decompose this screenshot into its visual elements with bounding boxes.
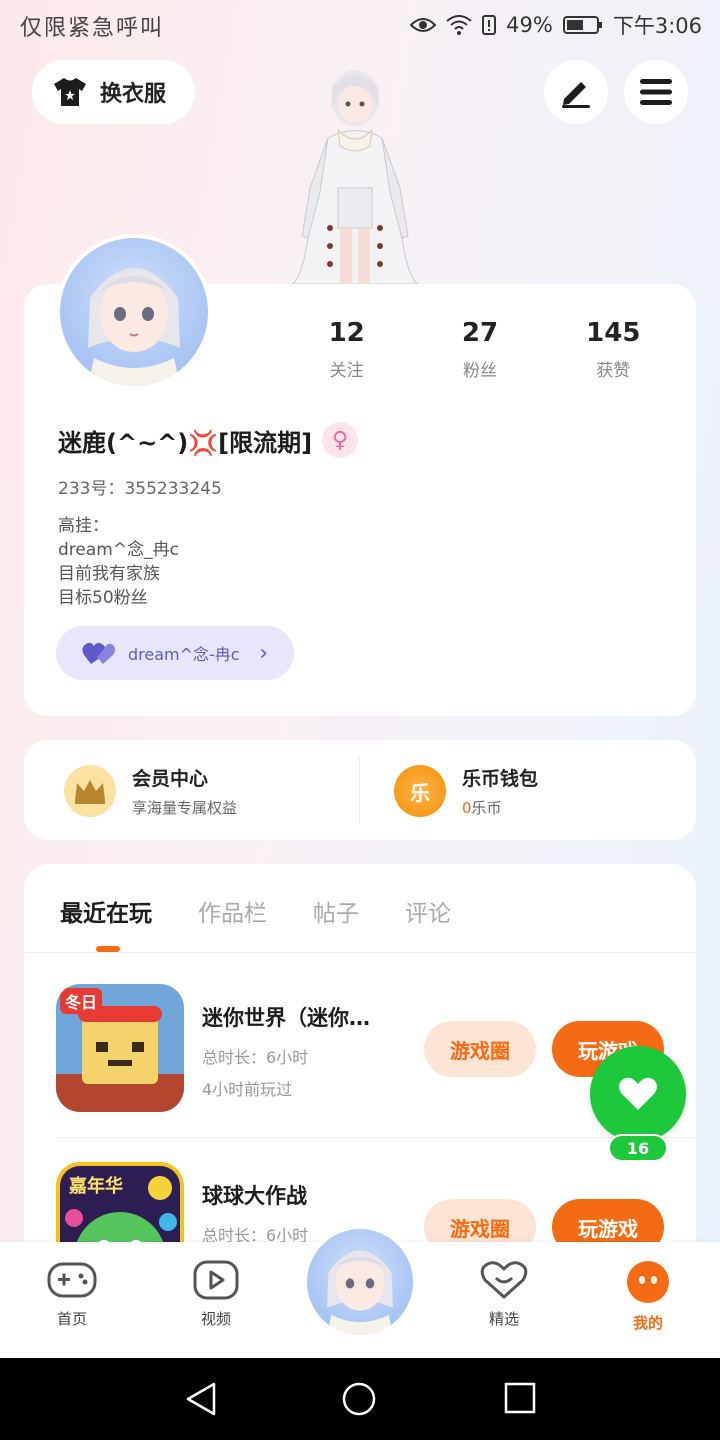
hamburger-icon — [640, 79, 672, 105]
tab-recently-played[interactable]: 最近在玩 — [60, 894, 152, 928]
status-icons: 49% 下午3:06 — [410, 10, 702, 40]
tab-comments[interactable]: 评论 — [405, 894, 451, 928]
wallet-unit: 乐币 — [471, 799, 502, 817]
heart-icon — [480, 1261, 528, 1299]
shirt-icon — [54, 78, 86, 106]
like-count-badge: 16 — [608, 1134, 668, 1162]
game-circle-button[interactable]: 游戏圈 — [424, 1021, 536, 1077]
stat-followers-count: 27 — [461, 318, 499, 348]
stat-followers-label: 粉丝 — [462, 361, 497, 381]
clock: 下午3:06 — [612, 14, 702, 38]
status-bar: 仅限紧急呼叫 49% 下午3:06 — [0, 0, 720, 50]
wallet-balance: 0乐币 — [462, 797, 538, 818]
home-icon[interactable] — [342, 1382, 376, 1416]
stat-followers[interactable]: 27 粉丝 — [413, 318, 546, 388]
nickname: 迷鹿(^~^)💢[限流期] — [58, 428, 313, 457]
change-outfit-button[interactable]: 换衣服 — [32, 60, 195, 124]
chevron-right-icon: › — [259, 640, 268, 666]
coin-icon-text: 乐 — [410, 780, 430, 805]
gamepad-icon — [47, 1262, 97, 1298]
game-icon-badge: 嘉年华 — [68, 1175, 123, 1197]
coin-icon: 乐 — [394, 765, 446, 817]
avatar-character-figure[interactable] — [280, 68, 430, 286]
profile-tabs: 最近在玩 作品栏 帖子 评论 — [60, 894, 451, 928]
nav-featured-label: 精选 — [488, 1310, 519, 1328]
battery-percent: 49% — [506, 13, 553, 37]
profile-stats: 12 关注 27 粉丝 145 获赞 — [280, 318, 680, 388]
stat-likes-label: 获赞 — [596, 361, 631, 381]
member-center-subtitle: 享海量专属权益 — [132, 799, 238, 817]
member-center-button[interactable]: 会员中心 享海量专属权益 — [64, 764, 237, 818]
double-heart-icon — [82, 642, 115, 664]
stat-following-count: 12 — [328, 318, 365, 348]
profile-avatar[interactable] — [56, 234, 212, 390]
nav-home-label: 首页 — [56, 1310, 87, 1328]
face-icon — [627, 1261, 669, 1303]
wallet-button[interactable]: 乐 乐币钱包 0乐币 — [394, 764, 538, 818]
user-id: 233号：355233245 — [58, 479, 222, 499]
game-icon-mini-world[interactable]: 冬日 — [56, 984, 184, 1112]
female-icon: ♀ — [322, 422, 359, 458]
bio-line: 目标50粉丝 — [58, 588, 148, 608]
change-outfit-label: 换衣服 — [100, 82, 167, 107]
game-name: 球球大作战 — [202, 1184, 307, 1208]
heart-icon — [619, 1077, 657, 1110]
stat-following-label: 关注 — [329, 361, 364, 381]
divider — [24, 952, 696, 953]
pen-icon — [562, 82, 590, 108]
game-meta: 总时长：6小时 4小时前玩过 — [202, 1042, 308, 1106]
floating-like-button[interactable] — [590, 1046, 686, 1142]
nav-video[interactable]: 视频 — [166, 1260, 266, 1329]
game-name: 迷你世界（迷你… — [202, 1006, 370, 1030]
system-navigation-bar — [0, 1358, 720, 1440]
family-label: dream^念-冉c — [128, 645, 240, 664]
nav-avatar-button[interactable] — [304, 1226, 416, 1338]
game-total-time: 总时长：6小时 — [202, 1048, 309, 1067]
stat-likes-count: 145 — [586, 318, 641, 348]
game-icon-badge: 冬日 — [65, 993, 97, 1012]
wifi-icon — [446, 15, 472, 35]
bio-line: dream^念_冉c — [58, 540, 179, 560]
edit-profile-button[interactable] — [544, 60, 608, 124]
member-center-title: 会员中心 — [132, 768, 209, 790]
wallet-amount: 0 — [462, 799, 472, 817]
member-wallet-card: 会员中心 享海量专属权益 乐 乐币钱包 0乐币 — [24, 740, 696, 840]
nav-video-label: 视频 — [200, 1310, 231, 1328]
tab-works[interactable]: 作品栏 — [198, 894, 267, 928]
nav-home[interactable]: 首页 — [22, 1260, 122, 1329]
family-link-button[interactable]: dream^念-冉c › — [56, 626, 294, 680]
back-icon[interactable] — [184, 1382, 218, 1416]
recents-icon[interactable] — [504, 1382, 536, 1414]
nav-mine-label: 我的 — [632, 1314, 663, 1332]
divider — [56, 1137, 696, 1138]
nav-featured[interactable]: 精选 — [454, 1260, 554, 1329]
menu-button[interactable] — [624, 60, 688, 124]
bio-line: 高挂： — [58, 516, 109, 536]
nav-mine[interactable]: 我的 — [598, 1260, 698, 1333]
divider — [359, 756, 360, 824]
sim-alert-icon — [482, 15, 497, 35]
bio: 高挂： dream^念_冉c 目前我有家族 目标50粉丝 — [58, 514, 179, 610]
tab-posts[interactable]: 帖子 — [313, 894, 359, 928]
stat-following[interactable]: 12 关注 — [280, 318, 413, 388]
stat-likes[interactable]: 145 获赞 — [547, 318, 680, 388]
bio-line: 目前我有家族 — [58, 564, 160, 584]
eye-icon — [410, 18, 437, 32]
game-last-played: 4小时前玩过 — [202, 1080, 293, 1099]
carrier-text: 仅限紧急呼叫 — [20, 16, 165, 41]
battery-icon — [562, 16, 602, 34]
play-icon — [193, 1260, 239, 1300]
nickname-row: 迷鹿(^~^)💢[限流期] ♀ — [58, 422, 359, 458]
wallet-title: 乐币钱包 — [462, 768, 539, 790]
crown-icon — [64, 765, 116, 817]
